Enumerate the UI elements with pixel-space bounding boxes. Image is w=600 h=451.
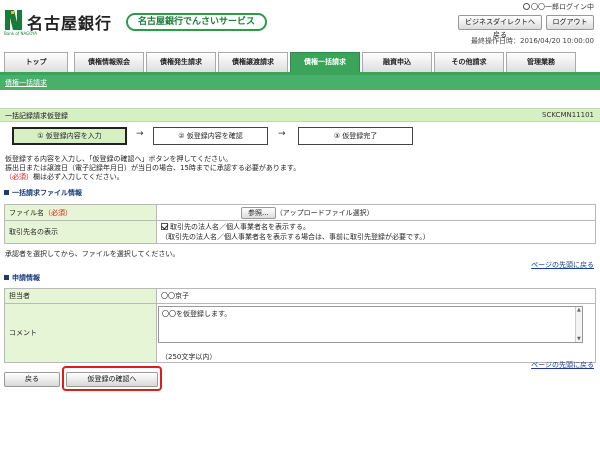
required-mark: （必須） xyxy=(5,173,33,181)
tab-claim-transfer[interactable]: 債権譲渡請求 xyxy=(218,52,288,72)
section-square-icon xyxy=(4,190,9,195)
step-input: ① 仮登録内容を入力 xyxy=(12,127,127,145)
tab-bulk-request[interactable]: 債権一括請求 xyxy=(290,52,360,72)
subnav-link-bulk-request[interactable]: 債権一括請求 xyxy=(5,78,47,88)
last-operation-time: 最終操作日時：2016/04/20 10:00:00 xyxy=(470,37,594,45)
step-complete: ③ 仮登録完了 xyxy=(298,127,413,145)
browse-button[interactable]: 参照... xyxy=(241,206,276,219)
checkbox-label: 取引先の法人名／個人事業者名を表示する。 xyxy=(170,223,310,231)
page-top-link-1[interactable]: ページの先頭に戻る xyxy=(531,260,594,270)
comment-label: コメント xyxy=(4,303,157,363)
confirm-button-highlight xyxy=(62,366,162,391)
section-heading-request-text: 申請情報 xyxy=(12,274,40,282)
section-heading-request: 申請情報 xyxy=(4,273,40,283)
section-heading-file: 一括請求ファイル情報 xyxy=(4,188,82,198)
header: Bank of NAGOYA 名古屋銀行 名古屋銀行でんさいサービス 〇〇一郎ロ… xyxy=(0,0,600,50)
file-note: （アップロードファイル選択） xyxy=(275,208,374,217)
sub-nav: 債権一括請求 xyxy=(0,75,600,90)
page-title: 一括記録請求仮登録 xyxy=(5,112,68,120)
approver-note: 承認者を選択してから、ファイルを選択してください。 xyxy=(5,250,180,258)
bank-logo-icon xyxy=(5,10,22,30)
login-user-text: 〇〇一郎ログイン中 xyxy=(531,3,594,11)
file-name-label: ファイル名（必須） xyxy=(4,204,157,221)
tab-loan[interactable]: 融資申込 xyxy=(362,52,432,72)
user-icon xyxy=(523,3,530,10)
tab-other-requests[interactable]: その他請求 xyxy=(434,52,504,72)
scroll-down-icon[interactable]: ▼ xyxy=(577,336,581,342)
comment-scrollbar[interactable]: ▲ ▼ xyxy=(575,307,582,342)
file-required-mark: （必須） xyxy=(44,208,72,217)
login-status: 〇〇一郎ログイン中 xyxy=(523,2,594,12)
bank-name: 名古屋銀行 xyxy=(27,14,113,33)
file-name-label-text: ファイル名 xyxy=(9,208,44,217)
show-partner-name-checkbox[interactable] xyxy=(161,223,168,230)
tab-claim-inquiry[interactable]: 債権情報照会 xyxy=(74,52,144,72)
screen-id: SCKCMN11101 xyxy=(542,111,594,119)
file-info-table: ファイル名（必須） 参照... （アップロードファイル選択） 取引先名の表示 取引… xyxy=(4,204,596,244)
main-nav: トップ 債権情報照会 債権発生請求 債権譲渡請求 債権一括請求 融資申込 その他… xyxy=(0,50,600,72)
page-top-link-2[interactable]: ページの先頭に戻る xyxy=(531,360,594,370)
file-name-cell: 参照... （アップロードファイル選択） xyxy=(156,204,596,221)
step-arrow-icon: → xyxy=(278,129,286,139)
step-arrow-icon: → xyxy=(136,129,144,139)
tab-top[interactable]: トップ xyxy=(4,52,68,72)
person-value: 〇〇京子 xyxy=(156,288,596,304)
logout-button[interactable]: ログアウト xyxy=(546,15,594,30)
display-name-label: 取引先名の表示 xyxy=(4,220,157,244)
comment-text: 〇〇を仮登録します。 xyxy=(162,310,232,318)
display-name-cell: 取引先の法人名／個人事業者名を表示する。 （取引先の法人名／個人事業者名を表示す… xyxy=(156,220,596,244)
comment-textarea[interactable]: 〇〇を仮登録します。 ▲ ▼ xyxy=(158,306,583,343)
person-label: 担当者 xyxy=(4,288,157,304)
comment-limit: （250文字以内） xyxy=(161,353,217,361)
page-title-bar: 一括記録請求仮登録 SCKCMN11101 xyxy=(0,108,600,122)
instruction-line-3-text: 欄は必ず入力してください。 xyxy=(33,173,124,181)
tab-management[interactable]: 管理業務 xyxy=(506,52,576,72)
scroll-up-icon[interactable]: ▲ xyxy=(577,307,581,313)
service-name-badge: 名古屋銀行でんさいサービス xyxy=(126,13,268,31)
instruction-line-3: （必須）欄は必ず入力してください。 xyxy=(5,172,124,182)
section-square-icon xyxy=(4,275,9,280)
business-direct-button[interactable]: ビジネスダイレクトへ戻る xyxy=(458,15,542,39)
section-heading-file-text: 一括請求ファイル情報 xyxy=(12,189,82,197)
tab-claim-issue[interactable]: 債権発生請求 xyxy=(146,52,216,72)
step-confirm: ② 仮登録内容を確認 xyxy=(153,127,268,145)
back-button[interactable]: 戻る xyxy=(4,372,60,387)
checkbox-note: （取引先の法人名／個人事業者名を表示する場合は、事前に取引先登録が必要です。） xyxy=(161,233,430,241)
